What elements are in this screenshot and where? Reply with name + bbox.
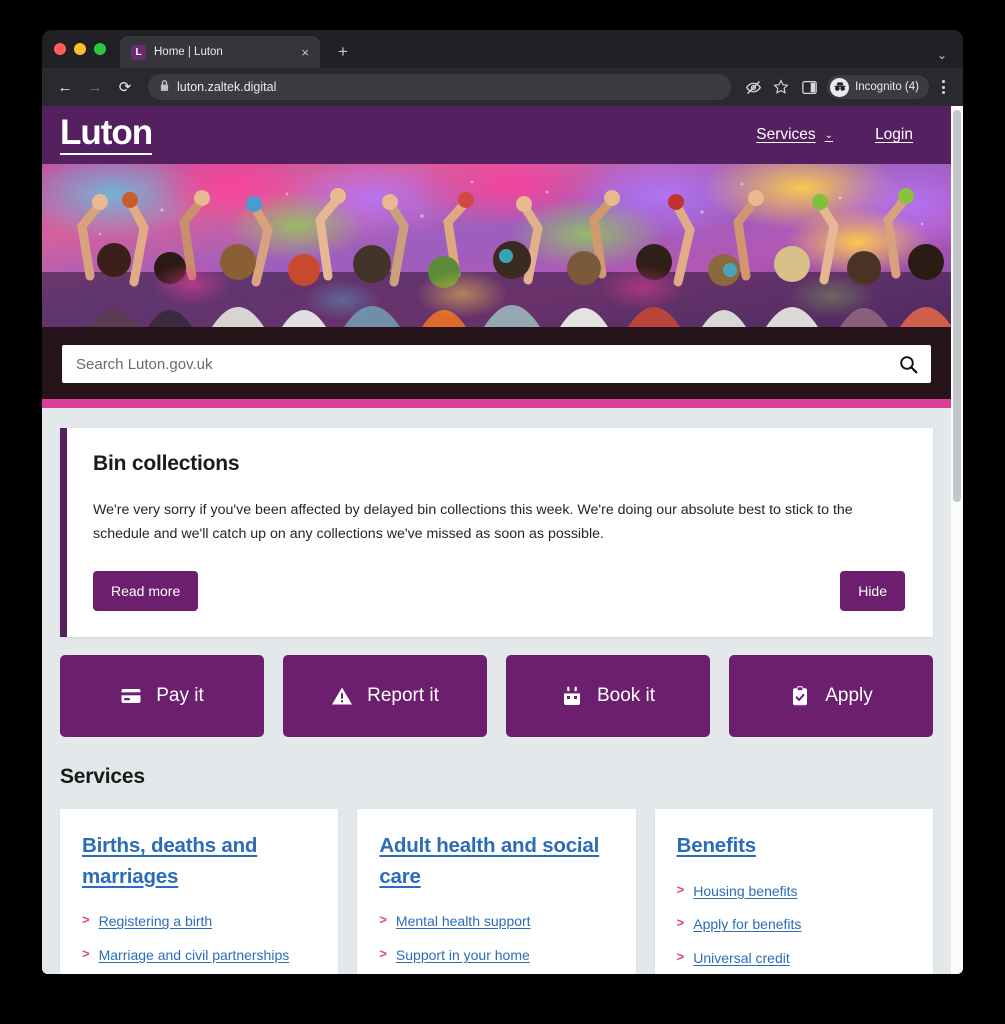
- service-link[interactable]: Housing benefits: [693, 881, 797, 902]
- service-card-title[interactable]: Births, deaths and marriages: [82, 831, 316, 893]
- apply-label: Apply: [825, 684, 873, 706]
- alert-banner: Bin collections We're very sorry if you'…: [60, 428, 933, 637]
- service-card-births-deaths-marriages: Births, deaths and marriages > Registeri…: [60, 808, 339, 974]
- pay-it-label: Pay it: [156, 684, 204, 706]
- browser-tab[interactable]: L Home | Luton ×: [120, 36, 320, 68]
- chevron-right-icon: >: [82, 912, 90, 928]
- favicon-icon: L: [131, 44, 146, 60]
- calendar-icon: [561, 685, 583, 707]
- three-dot-menu-icon[interactable]: [933, 80, 953, 94]
- book-it-tile[interactable]: Book it: [506, 654, 710, 737]
- search-input[interactable]: [76, 345, 889, 383]
- service-link[interactable]: Marriage and civil partnerships: [99, 945, 290, 966]
- eye-slash-icon[interactable]: [741, 75, 765, 99]
- nav-login[interactable]: Login: [875, 126, 913, 144]
- warning-triangle-icon: [331, 685, 353, 707]
- nav-services[interactable]: Services ⌄: [756, 126, 833, 144]
- browser-window: L Home | Luton × + ⌄ ← → ⟳ luton.zaltek.…: [42, 30, 963, 974]
- clipboard-check-icon: [789, 685, 811, 707]
- chevron-right-icon: >: [82, 946, 90, 962]
- close-tab-button[interactable]: ×: [298, 44, 312, 61]
- new-tab-button[interactable]: +: [332, 41, 354, 62]
- reload-button[interactable]: ⟳: [112, 74, 138, 100]
- service-card-title[interactable]: Adult health and social care: [379, 831, 613, 893]
- hide-button[interactable]: Hide: [840, 570, 905, 611]
- service-link[interactable]: Apply for benefits: [693, 914, 801, 935]
- chevron-down-icon[interactable]: ⌄: [937, 48, 947, 62]
- minimize-window-button[interactable]: [74, 43, 86, 55]
- service-link[interactable]: Mental health support: [396, 911, 531, 932]
- list-item[interactable]: > Housing benefits: [677, 881, 911, 902]
- alert-actions: Read more Hide: [93, 570, 905, 611]
- tab-strip: L Home | Luton × + ⌄: [42, 30, 963, 68]
- chevron-down-icon: ⌄: [824, 129, 834, 141]
- lock-icon: [160, 80, 169, 94]
- report-it-label: Report it: [367, 684, 439, 706]
- list-item[interactable]: > Registering a birth: [82, 911, 316, 932]
- site-header: Luton Services ⌄ Login: [42, 106, 951, 164]
- nav-services-label: Services: [756, 126, 816, 143]
- search-band: [42, 327, 951, 399]
- chevron-right-icon: >: [676, 949, 685, 965]
- close-window-button[interactable]: [54, 43, 66, 55]
- list-item[interactable]: > Universal credit: [677, 948, 911, 969]
- scrollbar-thumb[interactable]: [953, 110, 961, 502]
- read-more-button[interactable]: Read more: [93, 570, 199, 611]
- holi-festival-photo: [42, 164, 951, 327]
- alert-body: We're very sorry if you've been affected…: [93, 502, 853, 543]
- service-link[interactable]: Universal credit: [693, 948, 789, 969]
- main-content: Bin collections We're very sorry if you'…: [42, 408, 951, 974]
- list-item[interactable]: > Mental health support: [379, 911, 613, 932]
- services-heading: Services: [60, 764, 145, 788]
- list-item[interactable]: > Support in your home: [379, 945, 613, 966]
- page-viewport: Luton Services ⌄ Login Search Luton.gov.…: [42, 106, 963, 974]
- list-item[interactable]: > Apply for benefits: [677, 914, 911, 935]
- credit-card-icon: [120, 685, 142, 707]
- nav-login-label: Login: [875, 126, 913, 143]
- window-controls: [54, 30, 120, 68]
- search-bar[interactable]: [62, 345, 931, 383]
- book-it-label: Book it: [596, 684, 656, 706]
- chevron-right-icon: >: [676, 881, 685, 897]
- forward-button[interactable]: →: [82, 74, 108, 100]
- service-link[interactable]: Support in your home: [396, 945, 530, 966]
- hero-banner: [42, 164, 951, 327]
- address-bar[interactable]: luton.zaltek.digital: [148, 74, 732, 100]
- incognito-badge[interactable]: Incognito (4): [827, 75, 929, 99]
- service-cards: Births, deaths and marriages > Registeri…: [60, 808, 933, 974]
- search-icon[interactable]: [895, 351, 921, 377]
- side-panel-icon[interactable]: [797, 75, 821, 99]
- header-nav: Services ⌄ Login: [756, 126, 913, 144]
- chevron-right-icon: >: [379, 912, 387, 928]
- chevron-right-icon: >: [379, 946, 387, 962]
- pay-it-tile[interactable]: Pay it: [60, 654, 264, 737]
- report-it-tile[interactable]: Report it: [283, 654, 487, 737]
- service-card-adult-health-social-care: Adult health and social care > Mental he…: [357, 808, 636, 974]
- apply-tile[interactable]: Apply: [729, 654, 933, 737]
- service-card-title[interactable]: Benefits: [677, 831, 911, 862]
- incognito-label: Incognito (4): [855, 81, 919, 93]
- pink-accent-bar: [42, 399, 951, 408]
- back-button[interactable]: ←: [52, 74, 78, 100]
- service-link[interactable]: Registering a birth: [99, 911, 213, 932]
- maximize-window-button[interactable]: [94, 43, 106, 55]
- browser-toolbar: ← → ⟳ luton.zaltek.digital Incognito (4): [42, 68, 963, 106]
- luton-logo[interactable]: Luton: [60, 115, 153, 155]
- page-scrollbar[interactable]: [951, 106, 963, 974]
- url-text: luton.zaltek.digital: [177, 80, 277, 94]
- service-card-benefits: Benefits > Housing benefits > Apply for …: [654, 808, 933, 974]
- action-tiles: Pay it Report it Book it Apply: [60, 654, 933, 737]
- list-item[interactable]: > Marriage and civil partnerships: [82, 945, 316, 966]
- tab-title: Home | Luton: [154, 46, 223, 58]
- chevron-right-icon: >: [676, 915, 685, 931]
- luton-website: Luton Services ⌄ Login Search Luton.gov.…: [42, 106, 951, 974]
- incognito-icon: [830, 77, 850, 97]
- star-icon[interactable]: [769, 75, 793, 99]
- alert-title: Bin collections: [93, 452, 240, 475]
